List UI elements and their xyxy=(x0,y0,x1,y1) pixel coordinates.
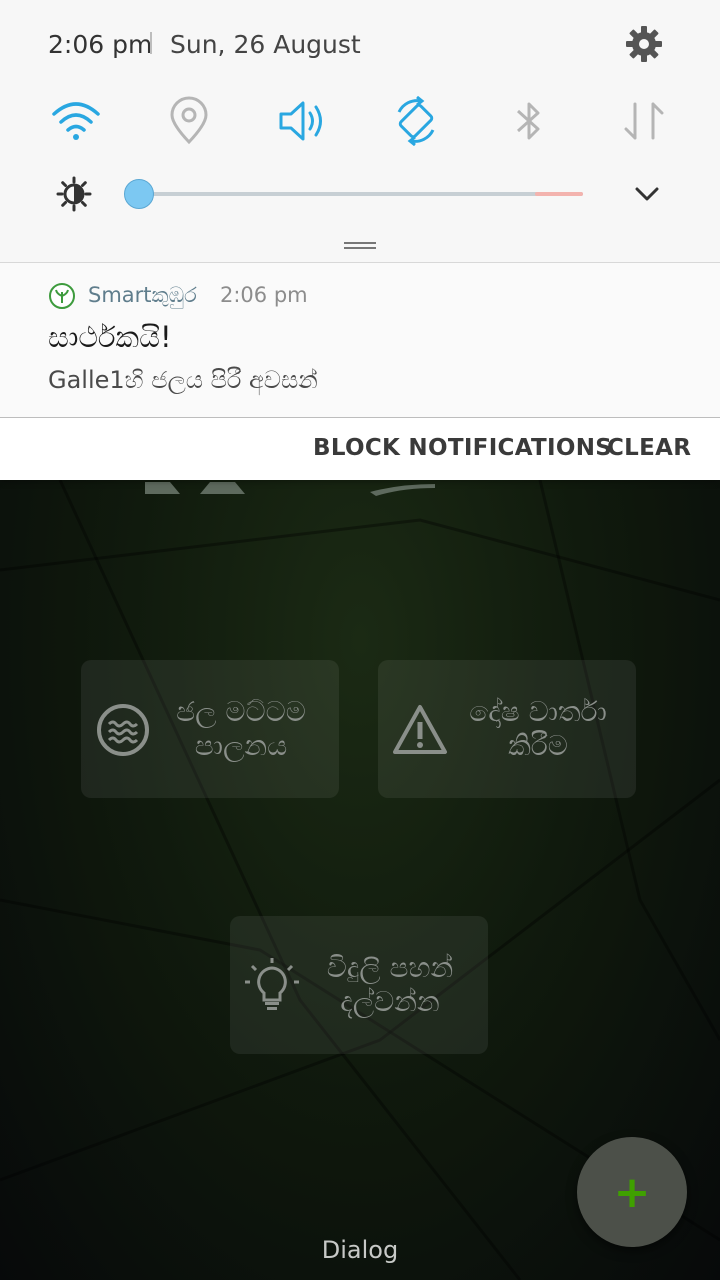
brightness-slider-thumb[interactable] xyxy=(123,179,154,209)
auto-rotate-icon[interactable] xyxy=(391,96,441,146)
add-fab-button[interactable]: + xyxy=(577,1137,687,1247)
chevron-down-icon[interactable] xyxy=(633,182,661,206)
brightness-high-zone xyxy=(535,192,583,196)
tile-label: ජල මට්ටම පාලනය xyxy=(176,695,306,762)
tile-label: දෝෂ වාර්තා කිරීම xyxy=(469,695,607,762)
status-separator xyxy=(150,32,152,54)
app-logo-partial xyxy=(145,482,435,496)
notification-app-name: Smartකුඹුර xyxy=(88,283,197,307)
sound-icon[interactable] xyxy=(277,96,327,146)
block-notifications-button[interactable]: BLOCK NOTIFICATIONS xyxy=(313,435,612,461)
location-icon[interactable] xyxy=(164,96,214,146)
notification-body: Galle1හි ජලය පිරී අවසන් xyxy=(48,366,318,394)
wifi-icon[interactable] xyxy=(51,96,101,146)
status-date: Sun, 26 August xyxy=(170,30,361,59)
drag-handle[interactable] xyxy=(344,242,376,250)
light-on-tile[interactable]: විදුලි පහන් දල්වන්න xyxy=(230,916,488,1054)
notification-time: 2:06 pm xyxy=(220,283,308,307)
status-time: 2:06 pm xyxy=(48,30,153,59)
app-logo-icon xyxy=(49,283,75,309)
bluetooth-icon[interactable] xyxy=(504,96,554,146)
carrier-label: Dialog xyxy=(321,1236,399,1264)
brightness-icon xyxy=(56,176,92,212)
gear-icon[interactable] xyxy=(624,24,664,64)
tile-label: විදුලි පහන් දල්වන්න xyxy=(326,951,454,1018)
notification-title: සාර්ථකයි! xyxy=(48,320,172,354)
lightbulb-icon xyxy=(245,958,299,1010)
error-report-tile[interactable]: දෝෂ වාර්තා කිරීම xyxy=(378,660,636,798)
water-level-control-tile[interactable]: ජල මට්ටම පාලනය xyxy=(81,660,339,798)
clear-button[interactable]: CLEAR xyxy=(607,435,691,461)
brightness-slider-track[interactable] xyxy=(125,192,583,196)
water-icon xyxy=(97,704,149,756)
mobile-data-icon[interactable] xyxy=(619,96,669,146)
warning-icon xyxy=(393,705,447,754)
